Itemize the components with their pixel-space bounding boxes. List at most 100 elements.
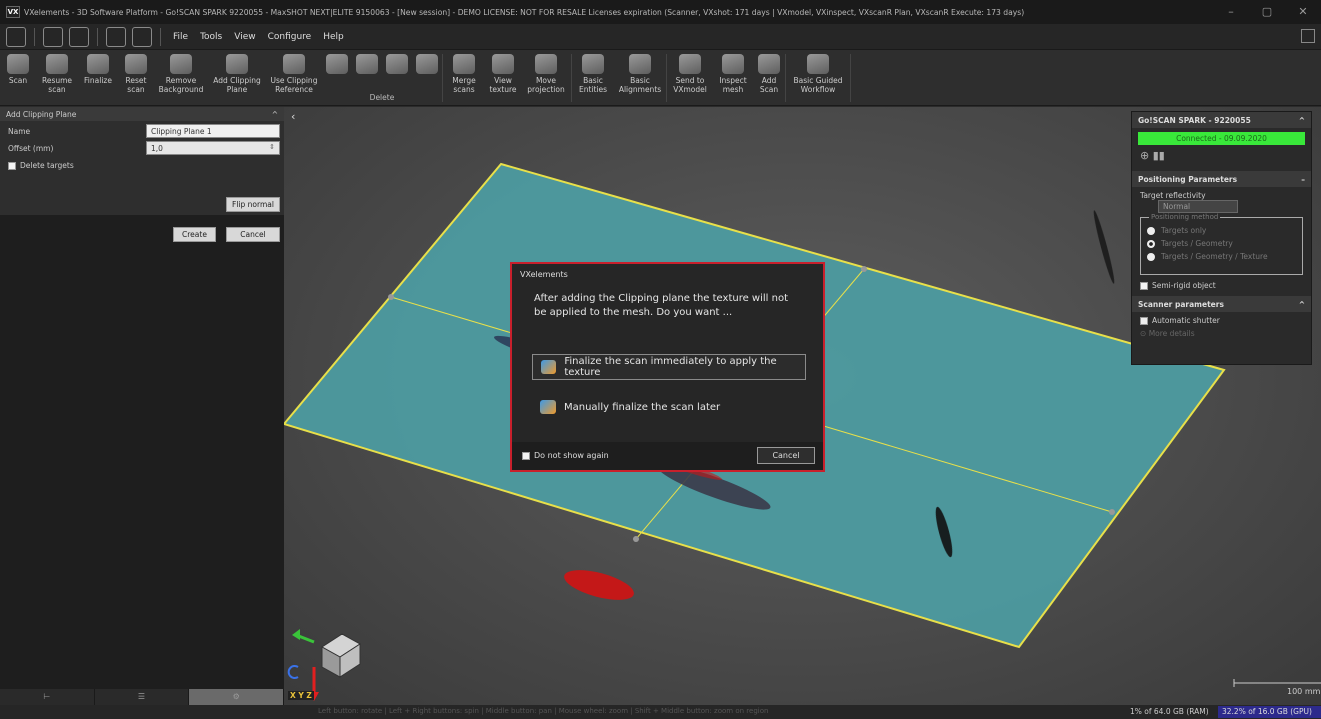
- move-projection-icon: [535, 54, 557, 74]
- clipping-reference-icon: [283, 54, 305, 74]
- texture-warning-dialog: VXelements After adding the Clipping pla…: [510, 262, 825, 472]
- collapse-icon[interactable]: ^: [1299, 116, 1305, 125]
- dialog-cancel-button[interactable]: Cancel: [757, 447, 815, 464]
- delete-selection-icon: [386, 54, 408, 74]
- menu-tools[interactable]: Tools: [200, 32, 222, 42]
- move-projection-button[interactable]: Move projection: [521, 50, 571, 106]
- menu-configure[interactable]: Configure: [268, 32, 312, 42]
- target-reflectivity-select[interactable]: Normal: [1158, 200, 1238, 213]
- bars-icon[interactable]: ▮▮: [1153, 149, 1165, 162]
- do-not-show-row[interactable]: Do not show again: [522, 451, 609, 460]
- target-icon[interactable]: ⊕: [1140, 149, 1149, 162]
- offset-label: Offset (mm): [8, 144, 54, 153]
- tab-settings-icon[interactable]: ⚙: [189, 689, 285, 705]
- reset-scan-button[interactable]: Reset scan: [118, 50, 154, 106]
- inspect-mesh-button[interactable]: Inspect mesh: [713, 50, 753, 106]
- feedback-icon[interactable]: [1301, 29, 1315, 43]
- tab-list-icon[interactable]: ☰: [95, 689, 190, 705]
- panel-header: Add Clipping Plane ^: [0, 107, 284, 121]
- positioning-title: Positioning Parameters: [1138, 174, 1238, 184]
- minimize-button[interactable]: –: [1213, 0, 1249, 24]
- resume-scan-button[interactable]: Resume scan: [36, 50, 78, 106]
- auto-shutter-checkbox[interactable]: [1140, 317, 1148, 325]
- ribbon-toolbar: Scan Resume scan Finalize Reset scan Rem…: [0, 50, 1321, 106]
- auto-shutter-row[interactable]: Automatic shutter: [1132, 316, 1311, 325]
- do-not-show-checkbox[interactable]: [522, 451, 530, 460]
- menu-view[interactable]: View: [234, 32, 255, 42]
- scanner-tools-row: ⊕ ▮▮: [1132, 149, 1311, 171]
- scan-button[interactable]: Scan: [0, 50, 36, 106]
- collapse-icon[interactable]: –: [1301, 175, 1305, 184]
- add-scan-button[interactable]: Add Scan: [753, 50, 785, 106]
- collapse-icon[interactable]: ^: [272, 110, 278, 119]
- finalize-icon: [87, 54, 109, 74]
- menu-help[interactable]: Help: [323, 32, 344, 42]
- basic-entities-button[interactable]: Basic Entities: [572, 50, 614, 106]
- clipping-plane-icon: [226, 54, 248, 74]
- finalize-now-option[interactable]: Finalize the scan immediately to apply t…: [532, 354, 806, 380]
- delete-lasso-icon: [356, 54, 378, 74]
- finalize-later-option[interactable]: Manually finalize the scan later: [532, 394, 806, 420]
- expand-icon[interactable]: ⊙: [1140, 329, 1146, 338]
- title-bar: VX VXelements - 3D Software Platform - G…: [0, 0, 1321, 24]
- radio-targets-geometry[interactable]: Targets / Geometry: [1141, 237, 1302, 250]
- entities-icon: [582, 54, 604, 74]
- send-to-vxmodel-button[interactable]: Send to VXmodel: [667, 50, 713, 106]
- radio-targets-geometry-texture[interactable]: Targets / Geometry / Texture: [1141, 250, 1302, 263]
- collapse-icon[interactable]: ^: [1299, 300, 1305, 309]
- plane-handle[interactable]: [633, 536, 639, 542]
- collapse-left-icon[interactable]: ‹: [291, 110, 295, 123]
- menu-bar: File Tools View Configure Help: [0, 24, 1321, 50]
- tab-tree-icon[interactable]: ⊢: [0, 689, 95, 705]
- radio-selected-icon[interactable]: [1147, 239, 1155, 248]
- positioning-method-group: Positioning method Targets only Targets …: [1140, 213, 1303, 275]
- scanner-params-title: Scanner parameters: [1138, 299, 1224, 309]
- delete-scanner-icon: [326, 54, 348, 74]
- semi-rigid-checkbox[interactable]: [1140, 282, 1148, 290]
- more-details-row[interactable]: ⊙ More details: [1132, 329, 1311, 338]
- radio-targets-only[interactable]: Targets only: [1141, 224, 1302, 237]
- basic-alignments-button[interactable]: Basic Alignments: [614, 50, 666, 106]
- radio-icon[interactable]: [1147, 252, 1155, 261]
- finalize-icon: [541, 360, 557, 374]
- scale-bar: [1233, 679, 1321, 687]
- name-input[interactable]: Clipping Plane 1: [146, 124, 280, 138]
- add-clipping-plane-button[interactable]: Add Clipping Plane: [208, 50, 266, 106]
- close-button[interactable]: ✕: [1285, 0, 1321, 24]
- spin-arrows-icon[interactable]: ⇕: [269, 143, 275, 151]
- plane-handle[interactable]: [1109, 509, 1115, 515]
- view-texture-button[interactable]: View texture: [485, 50, 521, 106]
- plane-handle[interactable]: [861, 266, 867, 272]
- ram-usage: 1% of 64.0 GB (RAM): [1130, 707, 1209, 716]
- maximize-button[interactable]: ▢: [1249, 0, 1285, 24]
- positioning-header: Positioning Parameters –: [1132, 171, 1311, 187]
- export-icon[interactable]: [132, 26, 152, 47]
- scan-icon: [7, 54, 29, 74]
- radio-icon[interactable]: [1147, 226, 1155, 235]
- delete-targets-checkbox[interactable]: [8, 162, 16, 170]
- merge-scans-button[interactable]: Merge scans: [443, 50, 485, 106]
- remove-background-button[interactable]: Remove Background: [154, 50, 208, 106]
- use-clipping-reference-button[interactable]: Use Clipping Reference: [266, 50, 322, 106]
- view-texture-icon: [492, 54, 514, 74]
- menu-file[interactable]: File: [173, 32, 188, 42]
- import-icon[interactable]: [106, 26, 126, 47]
- home-icon[interactable]: [6, 26, 26, 47]
- flip-normal-button[interactable]: Flip normal: [226, 197, 280, 212]
- panel-title: Add Clipping Plane: [6, 109, 77, 119]
- save-icon[interactable]: [69, 26, 89, 47]
- create-button[interactable]: Create: [173, 227, 216, 242]
- delete-targets-row[interactable]: Delete targets: [8, 161, 74, 170]
- dialog-message: After adding the Clipping plane the text…: [534, 293, 789, 318]
- cancel-button[interactable]: Cancel: [226, 227, 280, 242]
- navigation-hint: Left button: rotate | Left + Right butto…: [318, 707, 769, 715]
- scanner-params-header: Scanner parameters ^: [1132, 296, 1311, 312]
- plane-handle[interactable]: [388, 294, 394, 300]
- semi-rigid-row[interactable]: Semi-rigid object: [1132, 281, 1311, 290]
- offset-spinbox[interactable]: 1,0 ⇕: [146, 141, 280, 155]
- new-file-icon[interactable]: [43, 26, 63, 47]
- finalize-button[interactable]: Finalize: [78, 50, 118, 106]
- vxelements-window: VX VXelements - 3D Software Platform - G…: [0, 0, 1321, 719]
- remove-background-icon: [170, 54, 192, 74]
- basic-guided-workflow-button[interactable]: Basic Guided Workflow: [786, 50, 850, 106]
